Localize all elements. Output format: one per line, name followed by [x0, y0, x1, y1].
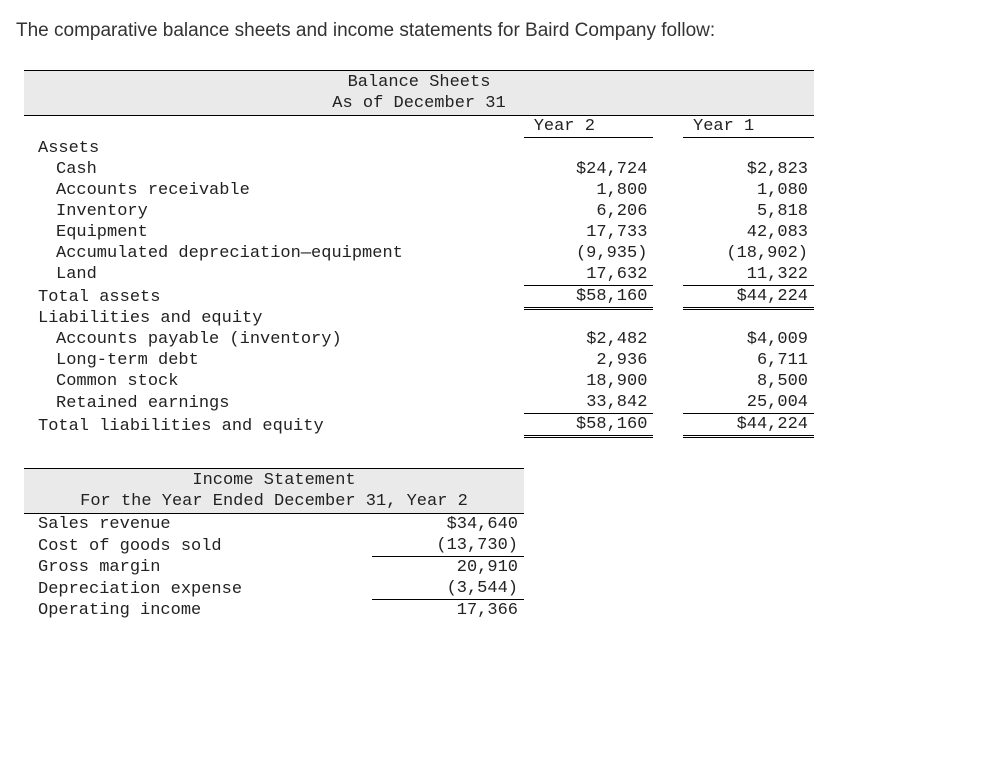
row-label: Long-term debt [24, 350, 424, 371]
row-value-y2: 6,206 [524, 201, 654, 222]
row-value: (3,544) [372, 578, 524, 600]
row-label: Accounts payable (inventory) [24, 329, 424, 350]
row-value-y2: $58,160 [524, 414, 654, 437]
row-label: Cash [24, 159, 424, 180]
row-value-y1: 25,004 [683, 392, 814, 414]
row-value-y2: (9,935) [524, 243, 654, 264]
row-value-y2: $58,160 [524, 285, 654, 308]
row-value-y2: 17,733 [524, 222, 654, 243]
intro-text: The comparative balance sheets and incom… [16, 20, 972, 42]
table-row-total: Total assets $58,160 $44,224 [24, 285, 814, 308]
row-value-y1: $44,224 [683, 414, 814, 437]
row-value-y2: 18,900 [524, 371, 654, 392]
row-label: Land [24, 264, 424, 286]
is-title: Income Statement [24, 469, 524, 492]
bs-subtitle: As of December 31 [24, 93, 814, 116]
table-row: Sales revenue $34,640 [24, 514, 524, 536]
row-value-y1: $4,009 [683, 329, 814, 350]
table-row: Cash $24,724 $2,823 [24, 159, 814, 180]
row-value-y2: 2,936 [524, 350, 654, 371]
table-row: Long-term debt 2,936 6,711 [24, 350, 814, 371]
row-value-y2: 1,800 [524, 180, 654, 201]
bs-title: Balance Sheets [24, 71, 814, 94]
row-label: Cost of goods sold [24, 535, 372, 557]
table-row: Cost of goods sold (13,730) [24, 535, 524, 557]
row-label: Operating income [24, 600, 372, 622]
row-label: Retained earnings [24, 392, 424, 414]
row-label: Sales revenue [24, 514, 372, 536]
balance-sheets-table: Balance Sheets As of December 31 Year 2 … [24, 70, 814, 438]
row-value-y2: $2,482 [524, 329, 654, 350]
bs-col-year2: Year 2 [524, 116, 654, 138]
row-label: Inventory [24, 201, 424, 222]
table-row: Equipment 17,733 42,083 [24, 222, 814, 243]
bs-section-liabilities: Liabilities and equity [24, 308, 424, 329]
row-label: Total assets [24, 285, 424, 308]
row-label: Depreciation expense [24, 578, 372, 600]
row-value-y1: 42,083 [683, 222, 814, 243]
table-row: Gross margin 20,910 [24, 557, 524, 579]
row-value-y2: 17,632 [524, 264, 654, 286]
bs-section-assets: Assets [24, 138, 424, 159]
row-value: 17,366 [372, 600, 524, 622]
row-value-y1: 8,500 [683, 371, 814, 392]
table-row: Land 17,632 11,322 [24, 264, 814, 286]
row-label: Common stock [24, 371, 424, 392]
row-value-y1: 5,818 [683, 201, 814, 222]
bs-col-year1: Year 1 [683, 116, 814, 138]
table-row: Inventory 6,206 5,818 [24, 201, 814, 222]
row-value-y1: 11,322 [683, 264, 814, 286]
row-label: Total liabilities and equity [24, 414, 424, 437]
is-subtitle: For the Year Ended December 31, Year 2 [24, 491, 524, 514]
table-row: Depreciation expense (3,544) [24, 578, 524, 600]
table-row: Common stock 18,900 8,500 [24, 371, 814, 392]
row-label: Accounts receivable [24, 180, 424, 201]
table-row: Operating income 17,366 [24, 600, 524, 622]
row-label: Gross margin [24, 557, 372, 579]
row-label: Equipment [24, 222, 424, 243]
row-value-y2: $24,724 [524, 159, 654, 180]
row-value-y2: 33,842 [524, 392, 654, 414]
row-label: Accumulated depreciation—equipment [24, 243, 424, 264]
table-row: Accounts receivable 1,800 1,080 [24, 180, 814, 201]
row-value: 20,910 [372, 557, 524, 579]
table-row: Accounts payable (inventory) $2,482 $4,0… [24, 329, 814, 350]
row-value-y1: 1,080 [683, 180, 814, 201]
table-row: Retained earnings 33,842 25,004 [24, 392, 814, 414]
row-value-y1: $2,823 [683, 159, 814, 180]
row-value: $34,640 [372, 514, 524, 536]
row-value-y1: $44,224 [683, 285, 814, 308]
row-value-y1: (18,902) [683, 243, 814, 264]
row-value-y1: 6,711 [683, 350, 814, 371]
row-value: (13,730) [372, 535, 524, 557]
table-row: Accumulated depreciation—equipment (9,93… [24, 243, 814, 264]
table-row-total: Total liabilities and equity $58,160 $44… [24, 414, 814, 437]
income-statement-table: Income Statement For the Year Ended Dece… [24, 468, 524, 621]
